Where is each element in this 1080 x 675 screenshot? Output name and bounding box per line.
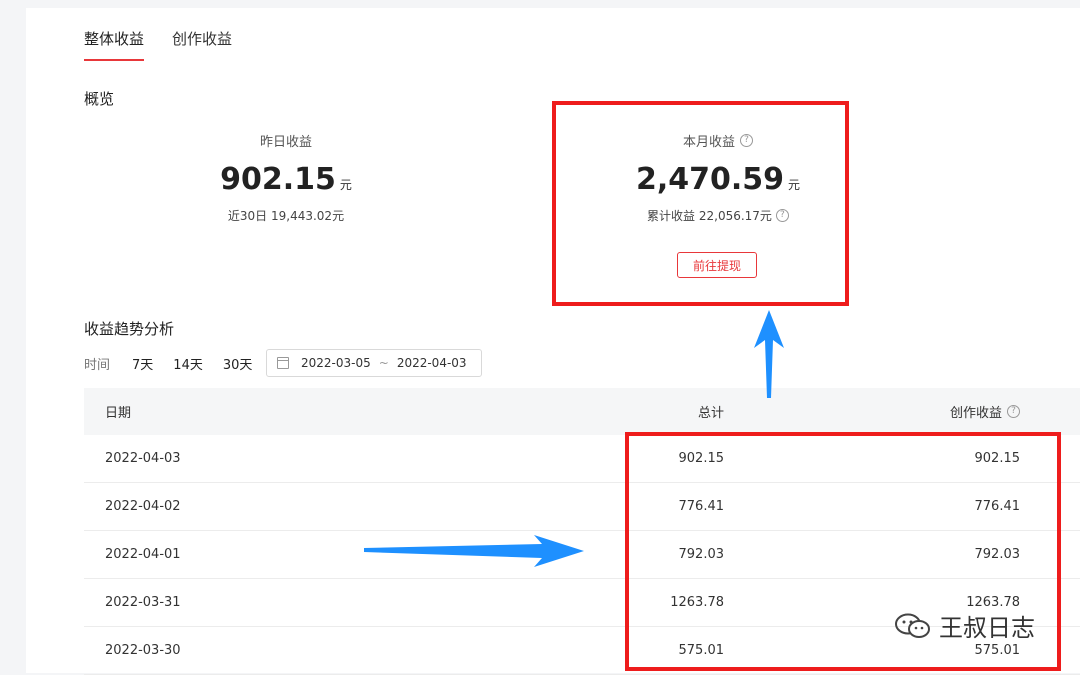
overview-title: 概览	[84, 90, 115, 108]
date-end: 2022-04-03	[396, 356, 467, 370]
time-filter: 时间 7天 14天 30天	[84, 349, 272, 377]
help-icon[interactable]: ?	[1007, 405, 1020, 418]
date-start: 2022-03-05	[301, 356, 371, 370]
calendar-icon	[277, 357, 289, 369]
trend-title: 收益趋势分析	[84, 320, 175, 338]
tab-bar: 整体收益 创作收益	[84, 28, 232, 61]
date-separator: ~	[378, 356, 389, 370]
cell-date: 2022-03-30	[105, 643, 181, 658]
table-header: 日期 总计 创作收益 ?	[84, 388, 1080, 435]
month-earnings-highlight	[552, 101, 849, 306]
range-14-days[interactable]: 14天	[173, 354, 203, 373]
tab-overall-earnings[interactable]: 整体收益	[84, 28, 145, 61]
date-range-picker[interactable]: 2022-03-05 ~ 2022-04-03	[266, 349, 482, 377]
header-total: 总计	[697, 406, 724, 421]
cell-date: 2022-04-02	[105, 499, 181, 514]
up-arrow-annotation	[754, 310, 784, 398]
last-30-days-earnings: 近30日 19,443.02元	[227, 209, 345, 223]
watermark: 王叔日志	[893, 608, 1035, 643]
tab-creation-earnings[interactable]: 创作收益	[172, 28, 232, 61]
cell-date: 2022-03-31	[105, 595, 181, 610]
range-7-days[interactable]: 7天	[132, 354, 153, 373]
range-30-days[interactable]: 30天	[223, 354, 253, 373]
yesterday-earnings-card: 昨日收益 902.15 元 近30日 19,443.02元	[200, 131, 372, 224]
cell-date: 2022-04-03	[105, 451, 181, 466]
yesterday-earnings-unit: 元	[339, 178, 352, 192]
header-date: 日期	[105, 406, 132, 421]
header-creation: 创作收益	[949, 406, 1002, 421]
yesterday-earnings-label: 昨日收益	[259, 135, 312, 150]
right-arrow-annotation	[364, 535, 584, 567]
yesterday-earnings-value: 902.15	[220, 162, 336, 197]
time-filter-label: 时间	[84, 357, 111, 373]
watermark-text: 王叔日志	[939, 614, 1035, 642]
wechat-icon	[895, 613, 930, 638]
